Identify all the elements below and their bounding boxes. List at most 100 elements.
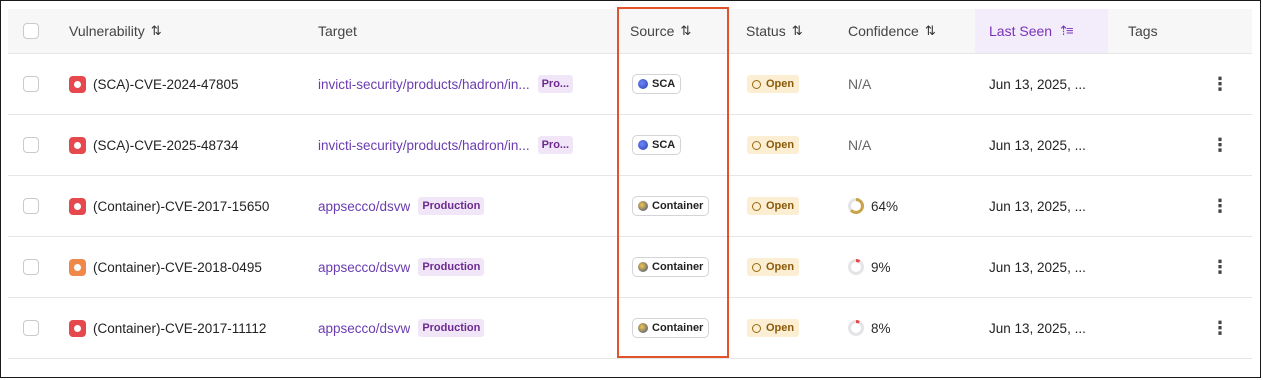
status-badge: Open <box>747 197 800 215</box>
row-select-cell <box>23 237 39 297</box>
row-select-cell <box>23 176 39 236</box>
vulnerability-cell: (SCA)-CVE-2025-48734 <box>69 115 239 175</box>
last-seen-cell: Jun 13, 2025, ... <box>989 54 1086 114</box>
last-seen-date: Jun 13, 2025, ... <box>989 137 1086 153</box>
table-row[interactable]: (SCA)-CVE-2025-48734 invicti-security/pr… <box>8 115 1252 176</box>
header-status[interactable]: Status ⇅ <box>746 9 803 53</box>
header-vulnerability[interactable]: Vulnerability ⇅ <box>69 9 162 53</box>
more-options-icon[interactable]: ⋮ <box>1211 196 1229 217</box>
clock-icon <box>752 140 761 150</box>
row-checkbox[interactable] <box>23 259 39 275</box>
header-source-label: Source <box>630 23 675 39</box>
target-link[interactable]: invicti-security/products/hadron/in... <box>318 77 530 92</box>
vulnerability-name[interactable]: (Container)-CVE-2018-0495 <box>93 260 262 275</box>
row-actions-cell: ⋮ <box>1211 176 1229 236</box>
status-badge: Open <box>747 258 800 276</box>
sca-icon <box>638 79 648 89</box>
severity-icon <box>69 75 86 93</box>
last-seen-date: Jun 13, 2025, ... <box>989 76 1086 92</box>
header-target: Target <box>318 9 357 53</box>
status-cell: Open <box>747 298 800 358</box>
row-actions-cell: ⋮ <box>1211 237 1229 297</box>
header-source[interactable]: Source ⇅ <box>630 9 691 53</box>
status-cell: Open <box>747 54 800 114</box>
source-label: Container <box>652 261 704 273</box>
source-badge: Container <box>632 318 710 338</box>
environment-badge: Pro... <box>537 136 574 154</box>
confidence-value: 9% <box>871 259 891 275</box>
confidence-ring-icon <box>848 198 864 214</box>
sort-icon[interactable]: ⇅ <box>680 23 691 39</box>
target-cell: appsecco/dsvw Production <box>318 298 485 358</box>
vulnerability-cell: (Container)-CVE-2017-11112 <box>69 298 266 358</box>
source-badge: SCA <box>632 74 682 94</box>
last-seen-date: Jun 13, 2025, ... <box>989 198 1086 214</box>
environment-badge: Pro... <box>537 75 574 93</box>
header-last-seen[interactable]: Last Seen ⇡≡ <box>975 9 1108 53</box>
header-vulnerability-label: Vulnerability <box>69 23 145 39</box>
target-link[interactable]: appsecco/dsvw <box>318 260 410 275</box>
confidence-value: N/A <box>848 137 872 153</box>
target-link[interactable]: appsecco/dsvw <box>318 321 410 336</box>
environment-badge: Production <box>418 258 485 276</box>
source-label: SCA <box>652 139 676 151</box>
status-label: Open <box>766 200 795 212</box>
more-options-icon[interactable]: ⋮ <box>1211 318 1229 339</box>
confidence-ring-icon <box>848 259 864 275</box>
table-row[interactable]: (Container)-CVE-2017-11112 appsecco/dsvw… <box>8 298 1252 359</box>
sort-icon[interactable]: ⇅ <box>792 23 803 39</box>
confidence-cell: N/A <box>848 54 871 114</box>
severity-icon <box>69 258 86 276</box>
more-options-icon[interactable]: ⋮ <box>1211 135 1229 156</box>
target-cell: invicti-security/products/hadron/in... P… <box>318 115 574 175</box>
sort-icon[interactable]: ⇅ <box>925 23 936 39</box>
environment-badge: Production <box>418 197 485 215</box>
more-options-icon[interactable]: ⋮ <box>1211 257 1229 278</box>
table-row[interactable]: (SCA)-CVE-2024-47805 invicti-security/pr… <box>8 54 1252 115</box>
vulnerability-name[interactable]: (Container)-CVE-2017-11112 <box>93 321 266 336</box>
sca-icon <box>638 140 648 150</box>
select-all-cell <box>23 9 39 53</box>
environment-badge: Production <box>418 319 485 337</box>
row-checkbox[interactable] <box>23 137 39 153</box>
select-all-checkbox[interactable] <box>23 23 39 39</box>
sort-active-icon[interactable]: ⇡≡ <box>1058 23 1074 39</box>
last-seen-cell: Jun 13, 2025, ... <box>989 298 1086 358</box>
vulnerability-table: Vulnerability ⇅ Target Source ⇅ Status ⇅… <box>8 9 1252 359</box>
table-row[interactable]: (Container)-CVE-2018-0495 appsecco/dsvw … <box>8 237 1252 298</box>
confidence-ring-icon <box>848 320 864 336</box>
status-cell: Open <box>747 237 800 297</box>
status-badge: Open <box>747 136 800 154</box>
header-status-label: Status <box>746 23 786 39</box>
vulnerability-name[interactable]: (SCA)-CVE-2024-47805 <box>93 77 239 92</box>
last-seen-date: Jun 13, 2025, ... <box>989 259 1086 275</box>
confidence-cell: 8% <box>848 298 891 358</box>
status-label: Open <box>766 261 795 273</box>
vulnerability-cell: (Container)-CVE-2017-15650 <box>69 176 269 236</box>
vulnerability-name[interactable]: (SCA)-CVE-2025-48734 <box>93 138 239 153</box>
container-icon <box>638 323 648 333</box>
source-label: SCA <box>652 78 676 90</box>
header-confidence[interactable]: Confidence ⇅ <box>848 9 936 53</box>
sort-icon[interactable]: ⇅ <box>151 23 162 39</box>
last-seen-date: Jun 13, 2025, ... <box>989 320 1086 336</box>
row-actions-cell: ⋮ <box>1211 54 1229 114</box>
vulnerability-cell: (SCA)-CVE-2024-47805 <box>69 54 239 114</box>
source-cell: Container <box>632 237 710 297</box>
target-cell: appsecco/dsvw Production <box>318 176 485 236</box>
row-checkbox[interactable] <box>23 198 39 214</box>
last-seen-cell: Jun 13, 2025, ... <box>989 237 1086 297</box>
status-cell: Open <box>747 176 800 236</box>
row-checkbox[interactable] <box>23 76 39 92</box>
header-target-label: Target <box>318 23 357 39</box>
row-checkbox[interactable] <box>23 320 39 336</box>
target-link[interactable]: appsecco/dsvw <box>318 199 410 214</box>
vulnerability-name[interactable]: (Container)-CVE-2017-15650 <box>93 199 269 214</box>
target-cell: appsecco/dsvw Production <box>318 237 485 297</box>
clock-icon <box>752 79 761 89</box>
source-cell: Container <box>632 176 710 236</box>
source-cell: Container <box>632 298 710 358</box>
target-link[interactable]: invicti-security/products/hadron/in... <box>318 138 530 153</box>
table-row[interactable]: (Container)-CVE-2017-15650 appsecco/dsvw… <box>8 176 1252 237</box>
more-options-icon[interactable]: ⋮ <box>1211 74 1229 95</box>
